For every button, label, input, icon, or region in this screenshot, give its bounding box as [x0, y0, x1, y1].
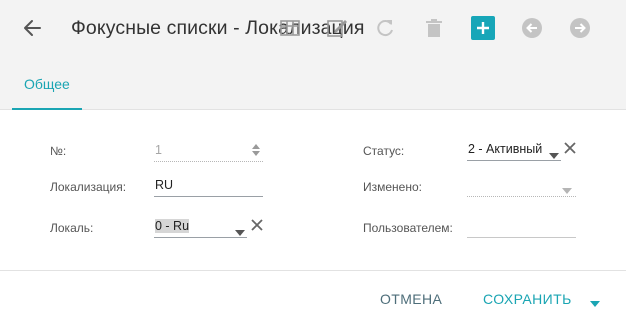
- page-title: Фокусные списки - Локализация: [71, 17, 365, 39]
- locale-label: Локаль:: [50, 221, 94, 235]
- localization-value: RU: [155, 178, 174, 192]
- active-tab-indicator: [12, 108, 82, 110]
- chevron-down-icon[interactable]: [235, 224, 245, 236]
- save-options-chevron-icon[interactable]: [589, 295, 601, 307]
- number-field[interactable]: 1: [154, 140, 263, 162]
- user-field[interactable]: [467, 216, 576, 238]
- status-value: 2 - Активный: [468, 142, 543, 156]
- status-select[interactable]: 2 - Активный: [467, 139, 561, 161]
- localization-input[interactable]: RU: [154, 175, 263, 197]
- save-button[interactable]: СОХРАНИТЬ: [483, 291, 572, 307]
- chevron-down-icon[interactable]: [549, 147, 559, 159]
- edit-icon[interactable]: [325, 16, 349, 40]
- arrow-left-circle-icon[interactable]: [520, 16, 544, 40]
- user-label: Пользователем:: [363, 221, 453, 235]
- clear-locale-icon[interactable]: [250, 218, 264, 232]
- footer-divider: [0, 270, 626, 271]
- back-arrow-icon[interactable]: [18, 14, 46, 42]
- trash-icon[interactable]: [422, 16, 446, 40]
- changed-field[interactable]: [467, 175, 576, 197]
- tab-bar: Общее: [0, 56, 626, 110]
- number-value: 1: [155, 143, 162, 157]
- page-header: Фокусные списки - Локализация: [0, 0, 626, 56]
- status-label: Статус:: [363, 144, 405, 158]
- clear-status-icon[interactable]: [563, 141, 577, 155]
- locale-value: 0 - Ru: [155, 219, 190, 233]
- cancel-button[interactable]: ОТМЕНА: [380, 291, 442, 307]
- locale-select[interactable]: 0 - Ru: [154, 216, 247, 238]
- arrow-right-circle-icon[interactable]: [568, 16, 592, 40]
- spinner-icon[interactable]: [251, 142, 261, 158]
- localization-label: Локализация:: [50, 180, 127, 194]
- tab-general[interactable]: Общее: [12, 56, 82, 110]
- add-icon[interactable]: [471, 16, 495, 40]
- chevron-down-icon[interactable]: [562, 182, 572, 194]
- changed-label: Изменено:: [363, 180, 422, 194]
- refresh-icon[interactable]: [373, 16, 397, 40]
- tab-general-label: Общее: [24, 76, 70, 92]
- number-label: №:: [50, 144, 67, 158]
- table-icon[interactable]: [278, 16, 302, 40]
